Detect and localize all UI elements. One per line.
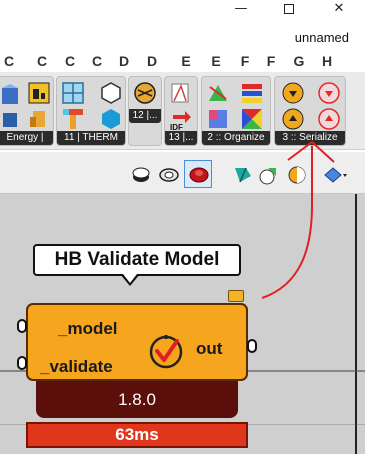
therm-t-shape-icon[interactable] bbox=[61, 107, 85, 131]
preview-shaded-button[interactable] bbox=[184, 160, 212, 188]
panel-label-12: 12 |... bbox=[129, 109, 161, 123]
profiler-timing: 63ms bbox=[26, 422, 248, 448]
panel-label-therm: 11 | THERM bbox=[57, 131, 125, 145]
callout-tail-inner bbox=[123, 274, 137, 283]
energy-icon-2[interactable] bbox=[27, 81, 51, 105]
serialize-up-icon[interactable] bbox=[281, 107, 305, 131]
therm-hexagon-icon[interactable] bbox=[99, 81, 123, 105]
organize-icon-2[interactable] bbox=[240, 81, 264, 105]
document-name: unnamed bbox=[294, 30, 349, 45]
component-message-badge[interactable] bbox=[228, 290, 244, 302]
tab-c-2[interactable]: C bbox=[33, 53, 51, 69]
panel-12-icon[interactable] bbox=[133, 81, 157, 105]
component-ribbon: Energy | 11 | THERM 12 |... IDF 13 |... … bbox=[0, 72, 365, 150]
component-name-callout: HB Validate Model bbox=[33, 244, 241, 276]
canvas-boundary-line bbox=[355, 194, 357, 454]
display-icon-3[interactable] bbox=[286, 164, 308, 186]
preview-wire-icon[interactable] bbox=[158, 164, 180, 186]
minimize-button[interactable]: — bbox=[218, 0, 264, 22]
title-bar: — ✕ bbox=[0, 0, 365, 24]
tab-e-2[interactable]: E bbox=[207, 53, 225, 69]
display-icon-1[interactable] bbox=[232, 164, 254, 186]
tab-c-4[interactable]: C bbox=[88, 53, 106, 69]
therm-hexagon-blue-icon[interactable] bbox=[99, 107, 123, 131]
document-bar: unnamed bbox=[0, 24, 365, 50]
organize-icon-3[interactable] bbox=[206, 107, 230, 131]
tab-f-1[interactable]: F bbox=[236, 53, 254, 69]
input-grip-validate[interactable] bbox=[17, 356, 27, 370]
energy-icon-3[interactable] bbox=[27, 107, 51, 131]
maximize-icon bbox=[284, 4, 294, 14]
close-button[interactable]: ✕ bbox=[316, 0, 362, 22]
input-validate[interactable]: _validate bbox=[40, 357, 113, 377]
input-grip-model[interactable] bbox=[17, 319, 27, 333]
preview-off-icon[interactable] bbox=[130, 164, 152, 186]
serialize-down-red-icon[interactable] bbox=[317, 81, 341, 105]
tab-c-3[interactable]: C bbox=[61, 53, 79, 69]
sphere-icon[interactable] bbox=[322, 164, 348, 186]
serialize-up-red-icon[interactable] bbox=[317, 107, 341, 131]
validate-check-icon bbox=[149, 335, 183, 369]
organize-icon-1[interactable] bbox=[206, 81, 230, 105]
preview-shaded-icon bbox=[189, 167, 209, 183]
tab-g[interactable]: G bbox=[290, 53, 308, 69]
input-model[interactable]: _model bbox=[58, 319, 118, 339]
tab-d-2[interactable]: D bbox=[143, 53, 161, 69]
tab-c-1[interactable]: C bbox=[0, 53, 18, 69]
energy-icon-1[interactable] bbox=[0, 83, 23, 107]
idf-box-icon[interactable] bbox=[169, 81, 193, 105]
serialize-down-icon[interactable] bbox=[281, 81, 305, 105]
panel-serialize: 3 :: Serialize bbox=[274, 76, 346, 146]
therm-grid-icon[interactable] bbox=[61, 81, 85, 105]
panel-label-serialize: 3 :: Serialize bbox=[275, 131, 345, 145]
panel-label-13: 13 |... bbox=[165, 131, 197, 145]
output-out[interactable]: out bbox=[196, 339, 222, 359]
panel-energy: Energy | bbox=[0, 76, 54, 146]
panel-label-organize: 2 :: Organize bbox=[202, 131, 270, 145]
tab-d-1[interactable]: D bbox=[115, 53, 133, 69]
hb-validate-model-component[interactable]: _model _validate out bbox=[26, 303, 248, 381]
tab-e-1[interactable]: E bbox=[177, 53, 195, 69]
panel-organize: 2 :: Organize bbox=[201, 76, 271, 146]
panel-label-energy: Energy | bbox=[0, 131, 53, 145]
output-grip-out[interactable] bbox=[247, 339, 257, 353]
component-version: 1.8.0 bbox=[118, 390, 156, 409]
tab-strip: C C C C D D E E F F G H bbox=[0, 50, 365, 72]
panel-12: 12 |... bbox=[128, 76, 162, 146]
preview-toolbar bbox=[0, 152, 365, 194]
energy-icon-4[interactable] bbox=[0, 109, 23, 133]
tab-f-2[interactable]: F bbox=[262, 53, 280, 69]
display-icon-2[interactable] bbox=[258, 164, 280, 186]
panel-therm: 11 | THERM bbox=[56, 76, 126, 146]
organize-icon-4[interactable] bbox=[240, 107, 264, 131]
maximize-button[interactable] bbox=[266, 0, 312, 22]
tab-h[interactable]: H bbox=[318, 53, 336, 69]
panel-13: IDF 13 |... bbox=[164, 76, 198, 146]
